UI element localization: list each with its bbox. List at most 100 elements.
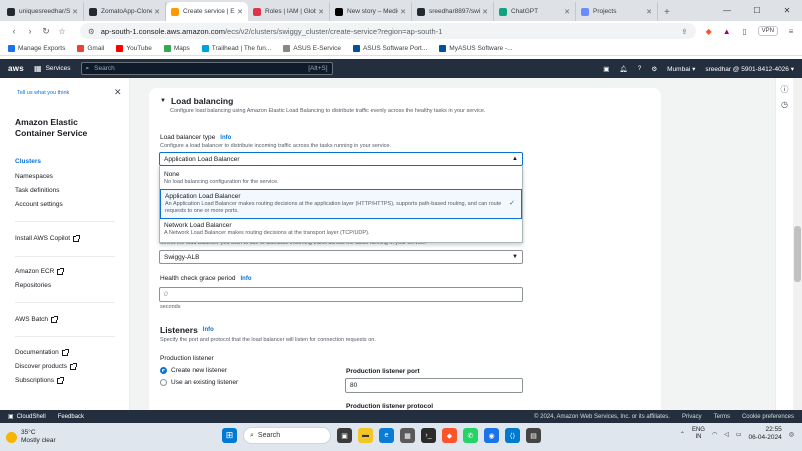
bookmark-item[interactable]: Trailhead | The fun... bbox=[201, 44, 271, 52]
site-info-icon[interactable]: ⚙ bbox=[88, 27, 95, 36]
info-circle-icon[interactable]: ⓘ bbox=[779, 84, 790, 95]
sidebar-item[interactable]: Amazon ECR bbox=[15, 267, 65, 275]
close-tab-icon[interactable]: ✕ bbox=[72, 8, 78, 16]
browser-tab[interactable]: sreedhar8897/swigg✕ bbox=[412, 2, 494, 21]
clock-icon[interactable]: ◷ bbox=[779, 100, 790, 111]
language-indicator[interactable]: ENG IN bbox=[692, 427, 705, 441]
bookmark-star-icon[interactable]: ☆ bbox=[54, 27, 70, 36]
lb-type-option[interactable]: Network Load Balancer A Network Load Bala… bbox=[160, 219, 522, 240]
bookmark-item[interactable]: MyASUS Software -... bbox=[439, 44, 513, 52]
browser-tab[interactable]: New story – Medium✕ bbox=[330, 2, 412, 21]
feedback-button[interactable]: Feedback bbox=[58, 414, 84, 420]
maximize-icon[interactable]: ☐ bbox=[742, 6, 772, 15]
edge-icon[interactable]: e bbox=[379, 428, 394, 443]
info-link[interactable]: Info bbox=[220, 135, 231, 141]
close-tab-icon[interactable]: ✕ bbox=[318, 8, 324, 16]
settings-gear-icon[interactable]: ⚙ bbox=[651, 65, 657, 73]
close-tab-icon[interactable]: ✕ bbox=[154, 8, 160, 16]
browser-tab[interactable]: ZomatoApp-Clone/G✕ bbox=[84, 2, 166, 21]
browser-tab[interactable]: Create service | E ✕ bbox=[166, 2, 248, 21]
terms-link[interactable]: Terms bbox=[714, 414, 730, 420]
windows-start-icon[interactable]: ⊞ bbox=[222, 428, 237, 443]
sidebar-item[interactable]: Namespaces bbox=[15, 173, 53, 180]
close-tab-icon[interactable]: ✕ bbox=[237, 8, 243, 16]
sidebar-item[interactable]: Discover products bbox=[15, 362, 78, 370]
vscode-icon[interactable]: ⟨⟩ bbox=[505, 428, 520, 443]
battery-icon[interactable]: ▭ bbox=[736, 431, 742, 438]
clock[interactable]: 22:55 06-04-2024 bbox=[749, 426, 782, 442]
radio-create-listener[interactable]: Create new listener bbox=[160, 367, 227, 374]
reload-icon[interactable]: ↻ bbox=[38, 26, 54, 37]
bookmark-item[interactable]: ASUS E-Service bbox=[283, 44, 341, 52]
brave-rewards-icon[interactable]: ▲ bbox=[722, 26, 732, 36]
info-link[interactable]: Info bbox=[241, 276, 252, 282]
port-input[interactable]: 80 bbox=[345, 378, 523, 393]
cloudshell-icon[interactable]: ▣ bbox=[603, 65, 609, 73]
cloudshell-button[interactable]: ▣ CloudShell bbox=[8, 413, 46, 421]
sidebar-item[interactable]: AWS Batch bbox=[15, 315, 58, 323]
sidebar-item[interactable]: Documentation bbox=[15, 348, 69, 356]
terminal-icon[interactable]: ›_ bbox=[421, 428, 436, 443]
aws-logo[interactable]: aws bbox=[8, 64, 24, 73]
info-link[interactable]: Info bbox=[203, 327, 214, 333]
volume-icon[interactable]: ◁ bbox=[724, 431, 729, 438]
close-icon[interactable]: ✕ bbox=[114, 87, 122, 98]
tray-chevron-icon[interactable]: ⌃ bbox=[680, 431, 685, 438]
close-tab-icon[interactable]: ✕ bbox=[564, 8, 570, 16]
lb-type-option[interactable]: Application Load Balancer An Application … bbox=[160, 189, 522, 219]
bookmark-item[interactable]: YouTube bbox=[116, 44, 152, 52]
minimize-icon[interactable]: — bbox=[712, 6, 742, 15]
scrollbar-thumb[interactable] bbox=[794, 226, 801, 282]
new-tab-button[interactable]: + bbox=[658, 7, 676, 21]
sidebar-item[interactable]: Account settings bbox=[15, 201, 63, 208]
weather-widget[interactable]: 35°C Mostly clear bbox=[6, 429, 56, 445]
lb-type-option[interactable]: None No load balancing configuration for … bbox=[160, 168, 522, 189]
close-tab-icon[interactable]: ✕ bbox=[400, 8, 406, 16]
close-tab-icon[interactable]: ✕ bbox=[646, 8, 652, 16]
lb-select[interactable]: Swiggy-ALB ▼ bbox=[159, 250, 523, 264]
aws-search-input[interactable]: ⌕ Search [Alt+S] bbox=[80, 62, 333, 75]
sidebar-item[interactable]: Task definitions bbox=[15, 187, 59, 194]
browser-tab[interactable]: ChatGPT ✕ bbox=[494, 2, 576, 21]
browser-tab[interactable]: Projects ✕ bbox=[576, 2, 658, 21]
bookmark-item[interactable]: Gmail bbox=[77, 44, 104, 52]
task-view-icon[interactable]: ▣ bbox=[337, 428, 352, 443]
close-tab-icon[interactable]: ✕ bbox=[482, 8, 488, 16]
region-selector[interactable]: Mumbai ▾ bbox=[667, 65, 695, 73]
radio-existing-listener[interactable]: Use an existing listener bbox=[160, 379, 238, 386]
account-menu[interactable]: sreedhar @ 5901-8412-4026 ▾ bbox=[705, 65, 794, 73]
feedback-link[interactable]: Tell us what you think bbox=[17, 90, 69, 96]
cookie-preferences-link[interactable]: Cookie preferences bbox=[742, 414, 794, 420]
share-icon[interactable]: ⇪ bbox=[681, 27, 687, 36]
store-icon[interactable]: ▦ bbox=[400, 428, 415, 443]
bookmark-item[interactable]: Maps bbox=[163, 44, 190, 52]
forward-icon[interactable]: › bbox=[22, 26, 38, 36]
bookmark-item[interactable]: ASUS Software Port... bbox=[352, 44, 427, 52]
sidebar-item[interactable]: Clusters bbox=[15, 158, 41, 165]
notifications-icon[interactable]: 🔔︎ bbox=[619, 65, 627, 73]
wifi-icon[interactable]: ◠ bbox=[712, 431, 717, 438]
file-explorer-icon[interactable]: ▬ bbox=[358, 428, 373, 443]
lb-type-select[interactable]: Application Load Balancer ▲ bbox=[159, 152, 523, 166]
brave-icon[interactable]: ◆ bbox=[442, 428, 457, 443]
sidebar-item[interactable]: Repositories bbox=[15, 282, 51, 289]
back-icon[interactable]: ‹ bbox=[6, 26, 22, 36]
notifications-icon[interactable]: ◎ bbox=[789, 431, 794, 438]
page-scrollbar[interactable] bbox=[793, 78, 802, 410]
services-menu[interactable]: Services bbox=[46, 65, 71, 72]
close-window-icon[interactable]: ✕ bbox=[772, 6, 802, 15]
help-icon[interactable]: ? bbox=[638, 65, 642, 72]
brave-shield-icon[interactable]: ◆ bbox=[704, 26, 714, 36]
whatsapp-icon[interactable]: ✆ bbox=[463, 428, 478, 443]
privacy-link[interactable]: Privacy bbox=[682, 414, 702, 420]
load-balancing-header[interactable]: ▼ Load balancing bbox=[160, 96, 233, 106]
taskbar-search[interactable]: ⌕ Search bbox=[243, 427, 331, 444]
sidebar-toggle-icon[interactable]: ▯ bbox=[740, 26, 750, 36]
services-grid-icon[interactable]: ▦ bbox=[34, 64, 42, 73]
sidebar-item[interactable]: Subscriptions bbox=[15, 376, 65, 384]
grace-period-input[interactable]: 0 bbox=[159, 287, 523, 302]
sidebar-item[interactable]: Install AWS Copilot bbox=[15, 234, 81, 242]
bookmark-item[interactable]: Manage Exports bbox=[8, 44, 65, 52]
chrome-icon[interactable]: ◉ bbox=[484, 428, 499, 443]
vpn-button[interactable]: VPN bbox=[757, 26, 778, 36]
